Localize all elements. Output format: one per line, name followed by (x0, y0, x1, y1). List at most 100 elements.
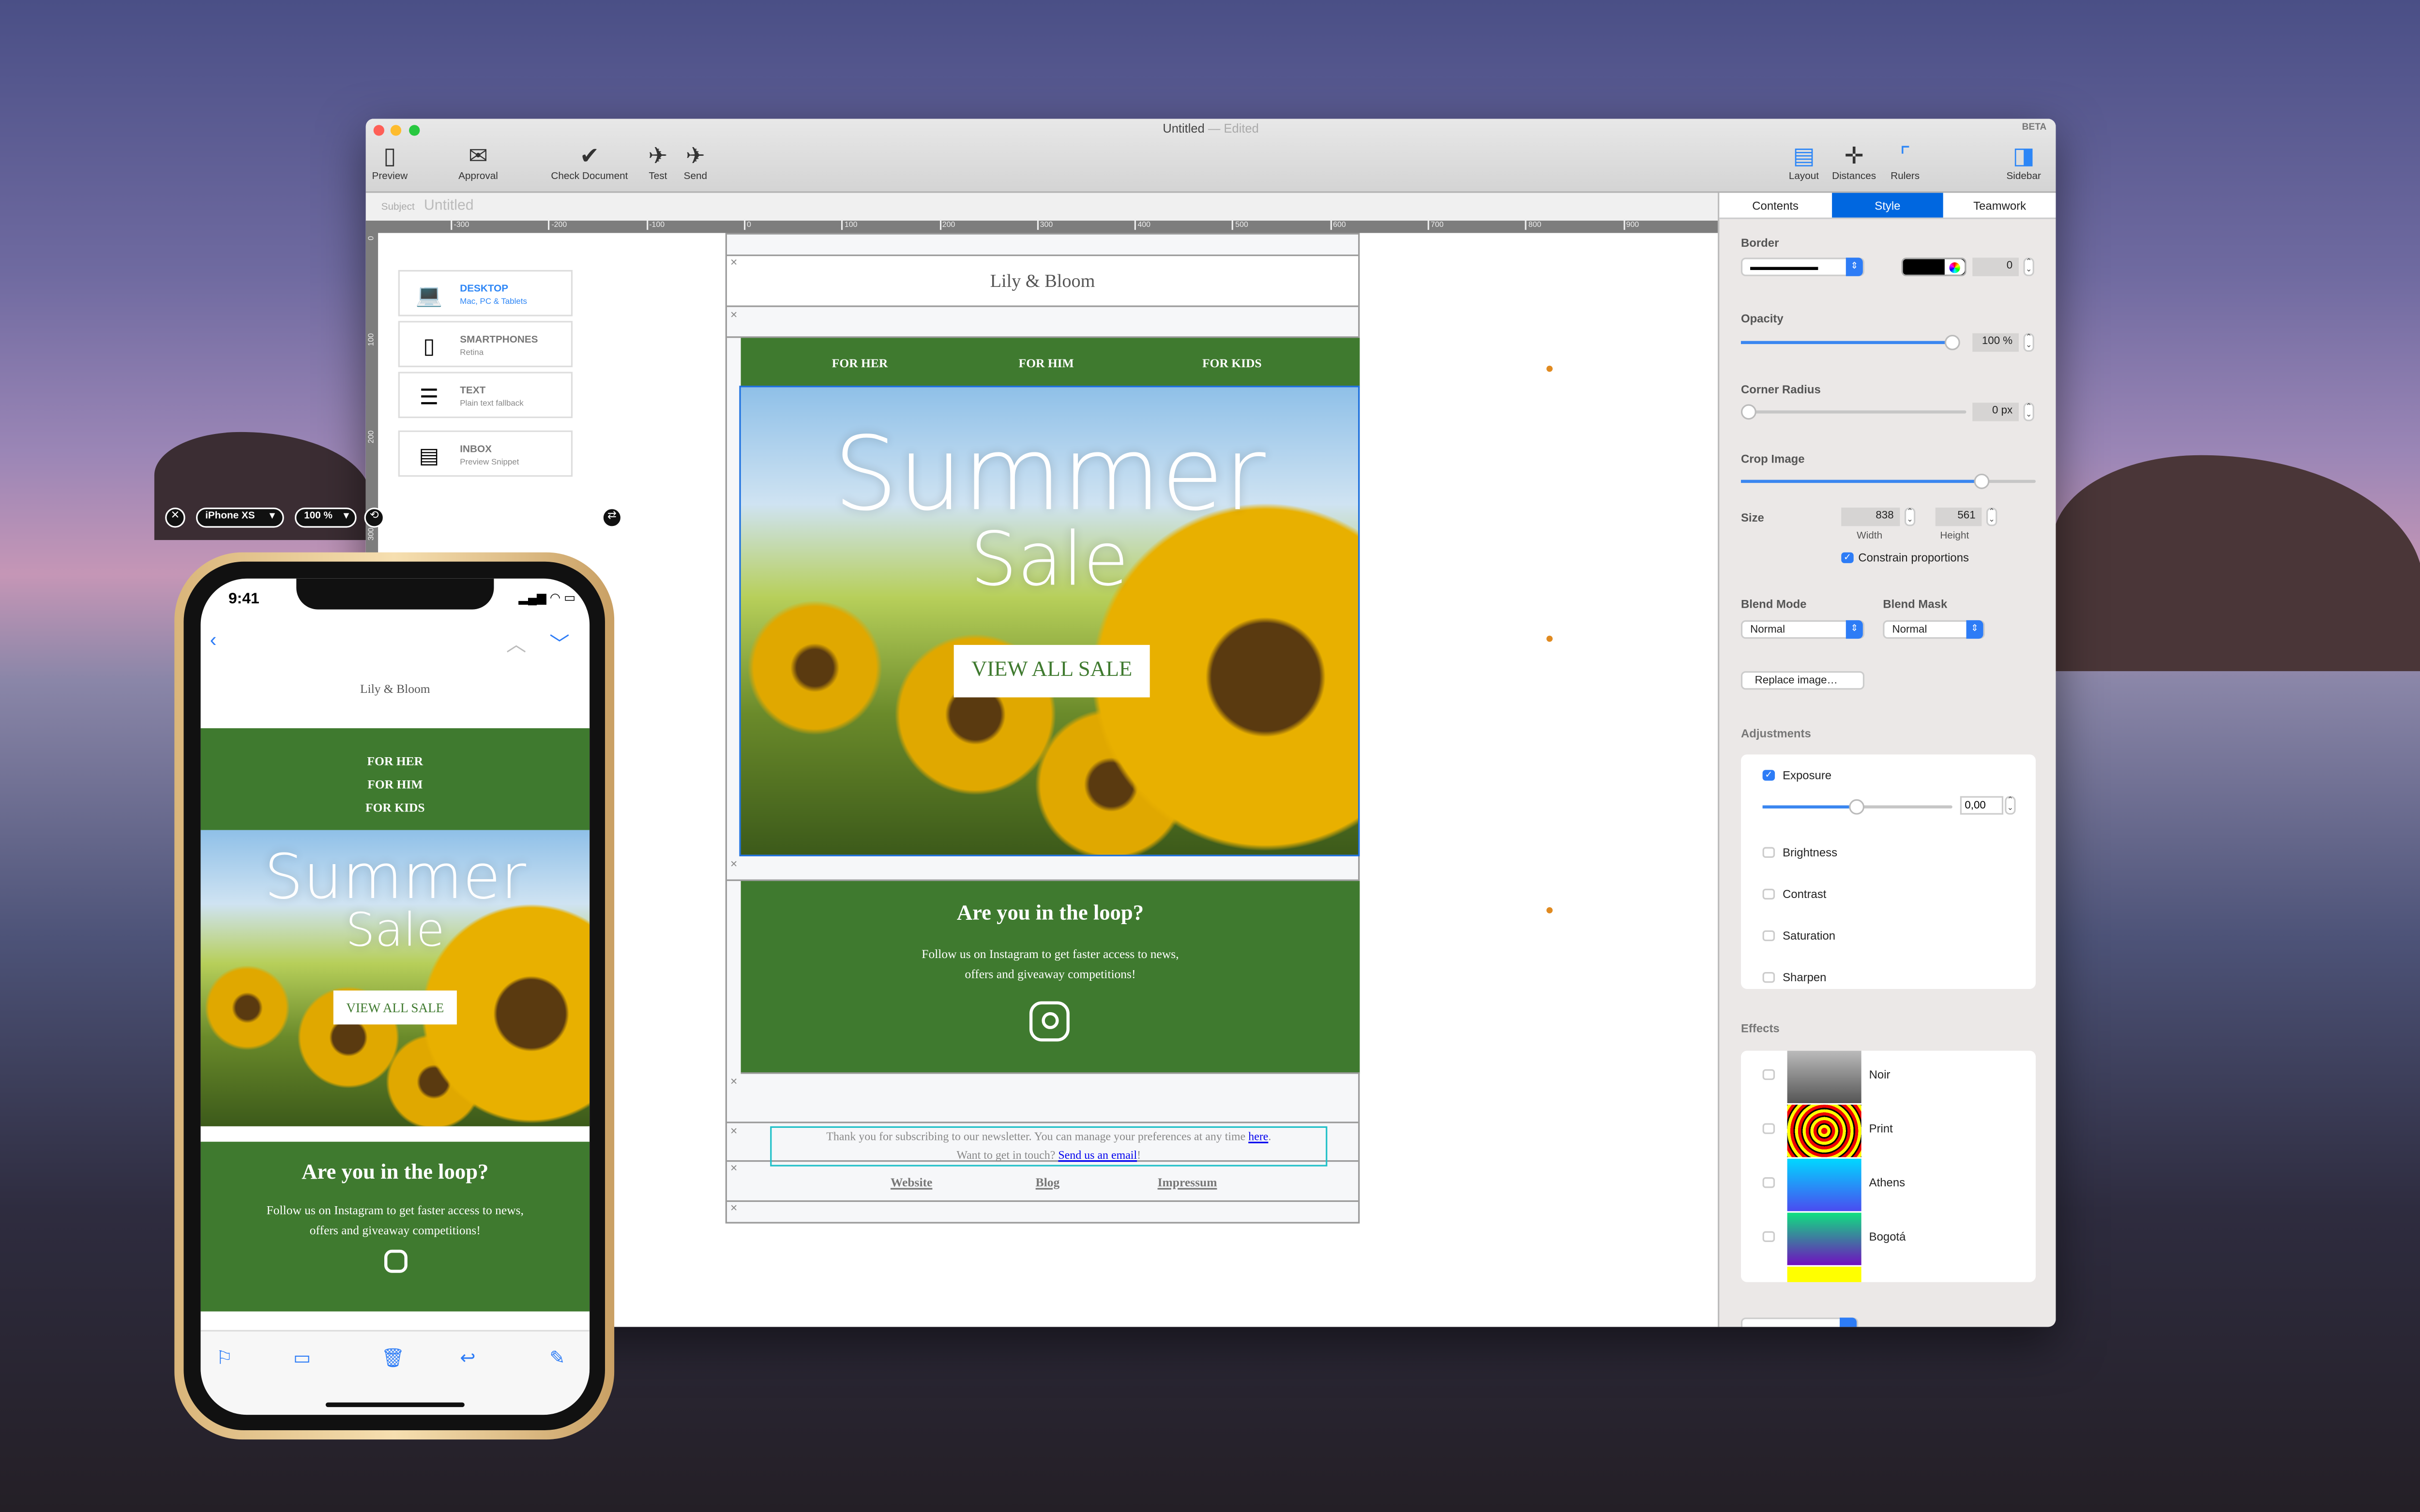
flag-icon[interactable]: ⚐ (216, 1347, 232, 1369)
website-link[interactable]: Website (891, 1176, 932, 1190)
device-desktop[interactable]: 💻 DESKTOP Mac, PC & Tablets (398, 270, 573, 316)
width-stepper[interactable]: ⌃ ⌄ (1904, 508, 1916, 526)
nav-for-her[interactable]: FOR HER (201, 750, 590, 773)
ruler-tick-label: -100 (646, 220, 665, 230)
folder-icon[interactable]: ▭ (293, 1347, 311, 1369)
border-style-select[interactable]: ⇕ (1740, 257, 1865, 276)
tab-teamwork[interactable]: Teamwork (1944, 193, 2056, 218)
layout-button[interactable]: ▤ Layout (1789, 140, 1819, 182)
hero-image[interactable]: Summer Sale VIEW ALL SALE (739, 386, 1360, 856)
replace-image-button[interactable]: Replace image… (1740, 671, 1865, 690)
opacity-input[interactable]: 100 % (1972, 333, 2019, 352)
constrain-proportions-checkbox[interactable]: ✓ (1841, 552, 1854, 563)
border-width-stepper[interactable]: ⌃ ⌄ (2023, 257, 2034, 276)
impressum-link[interactable]: Impressum (1158, 1176, 1217, 1190)
width-input[interactable]: 838 (1841, 508, 1900, 526)
loop-text: offers and giveaway competitions! (965, 967, 1136, 982)
trash-icon[interactable]: 🗑 (381, 1347, 405, 1369)
noir-checkbox[interactable] (1762, 1069, 1775, 1080)
distances-button[interactable]: ✛ Distances (1832, 140, 1876, 182)
device-smartphones[interactable]: ▯ SMARTPHONES Retina (398, 321, 573, 367)
hero-image[interactable]: Summer Sale VIEW ALL SALE (200, 830, 590, 1126)
tab-contents[interactable]: Contents (1719, 193, 1831, 218)
spacer-row: ✕ (726, 858, 1359, 881)
loop-title: Are you in the loop? (956, 902, 1144, 926)
contrast-checkbox[interactable] (1762, 888, 1775, 900)
more-select[interactable] (1740, 1317, 1859, 1327)
home-indicator (325, 1402, 465, 1407)
desktop: Untitled — Edited BETA ▯ Preview ✉ Approva… (0, 0, 2420, 1512)
bogota-checkbox[interactable] (1762, 1231, 1775, 1242)
blend-mask-label: Blend Mask (1883, 597, 1948, 611)
height-stepper[interactable]: ⌃ ⌄ (1986, 508, 1997, 526)
sidebar-icon: ◨ (2012, 143, 2035, 170)
manage-preferences-link[interactable]: here (1248, 1129, 1268, 1143)
device-select[interactable]: iPhone XS ▾ (196, 508, 284, 528)
guide-handle[interactable] (1546, 907, 1553, 913)
height-input[interactable]: 561 (1935, 508, 1982, 526)
print-checkbox[interactable] (1762, 1123, 1775, 1134)
rulers-button[interactable]: ⌜ Rulers (1891, 140, 1920, 182)
status-time: 9:41 (228, 591, 259, 608)
rotate-button[interactable]: ⟲ (364, 508, 385, 528)
check-document-button[interactable]: ✔ Check Document (551, 140, 628, 182)
opacity-stepper[interactable]: ⌃ ⌄ (2023, 333, 2034, 352)
instagram-icon[interactable] (383, 1249, 407, 1273)
exposure-input[interactable]: 0,00 (1960, 796, 2004, 815)
exposure-checkbox[interactable]: ✓ (1762, 770, 1775, 781)
refresh-button[interactable]: ⇄ (602, 508, 622, 528)
reply-icon[interactable]: ↩ (460, 1347, 475, 1369)
approval-button[interactable]: ✉ Approval (458, 140, 498, 182)
border-color-well[interactable] (1901, 257, 1966, 276)
nav-for-her[interactable]: FOR HER (832, 357, 888, 371)
loop-section: Are you in the loop? Follow us on Instag… (741, 881, 1360, 1074)
corner-radius-stepper[interactable]: ⌃ ⌄ (2023, 403, 2034, 421)
ruler-tick-label: 100 (841, 220, 857, 230)
close-preview-button[interactable]: ✕ (165, 508, 185, 528)
blend-mask-select[interactable]: Normal ⇕ (1883, 620, 1985, 639)
ruler-tick-label: 100 (367, 333, 377, 346)
send-email-link[interactable]: Send us an email (1058, 1148, 1137, 1162)
exposure-stepper[interactable]: ⌃ ⌄ (2005, 796, 2016, 815)
logo-row[interactable]: ✕ Lily & Bloom (726, 256, 1359, 307)
crop-image-slider[interactable] (1740, 473, 2036, 489)
sharpen-checkbox[interactable] (1762, 972, 1775, 983)
corner-radius-slider[interactable] (1740, 404, 1966, 420)
test-button[interactable]: ✈ Test (648, 140, 667, 182)
sidebar-button[interactable]: ◨ Sidebar (2006, 140, 2041, 182)
saturation-checkbox[interactable] (1762, 930, 1775, 942)
rotate-icon: ⟲ (369, 510, 379, 522)
preview-button[interactable]: ▯ Preview (372, 140, 408, 182)
athens-checkbox[interactable] (1762, 1177, 1775, 1188)
back-icon[interactable]: ‹ (210, 628, 217, 651)
exposure-slider[interactable] (1762, 799, 1952, 815)
nav-for-him[interactable]: FOR HIM (201, 773, 590, 796)
device-text[interactable]: ☰ TEXT Plain text fallback (398, 372, 573, 419)
chevron-down-icon[interactable]: ﹀ (549, 628, 570, 658)
refresh-icon: ⇄ (607, 510, 617, 522)
guide-handle[interactable] (1546, 635, 1553, 642)
subject-input[interactable]: Untitled (424, 197, 474, 214)
nav-for-kids[interactable]: FOR KIDS (201, 796, 590, 819)
corner-radius-input[interactable]: 0 px (1972, 403, 2019, 421)
instagram-icon[interactable] (1029, 1001, 1070, 1042)
zoom-select[interactable]: 100 % ▾ (295, 508, 357, 528)
send-button[interactable]: ✈ Send (684, 140, 707, 182)
blog-link[interactable]: Blog (1036, 1176, 1060, 1190)
brightness-checkbox[interactable] (1762, 847, 1775, 858)
opacity-label: Opacity (1740, 312, 1784, 326)
opacity-slider[interactable] (1740, 334, 1960, 350)
border-width-input[interactable]: 0 (1972, 257, 2019, 276)
device-inbox[interactable]: ▤ INBOX Preview Snippet (398, 430, 573, 477)
chevron-up-icon[interactable]: ︿ (506, 628, 527, 658)
nav-for-kids[interactable]: FOR KIDS (1202, 357, 1262, 371)
view-all-sale-button[interactable]: VIEW ALL SALE (953, 644, 1150, 698)
nav-for-him[interactable]: FOR HIM (1019, 357, 1074, 371)
effects-label: Effects (1740, 1021, 1780, 1035)
view-all-sale-button[interactable]: VIEW ALL SALE (333, 990, 457, 1025)
tab-style[interactable]: Style (1831, 193, 1944, 218)
guide-handle[interactable] (1546, 365, 1553, 372)
distances-icon: ✛ (1844, 143, 1864, 170)
compose-icon[interactable]: ✎ (549, 1347, 565, 1369)
blend-mode-select[interactable]: Normal ⇕ (1740, 620, 1865, 639)
